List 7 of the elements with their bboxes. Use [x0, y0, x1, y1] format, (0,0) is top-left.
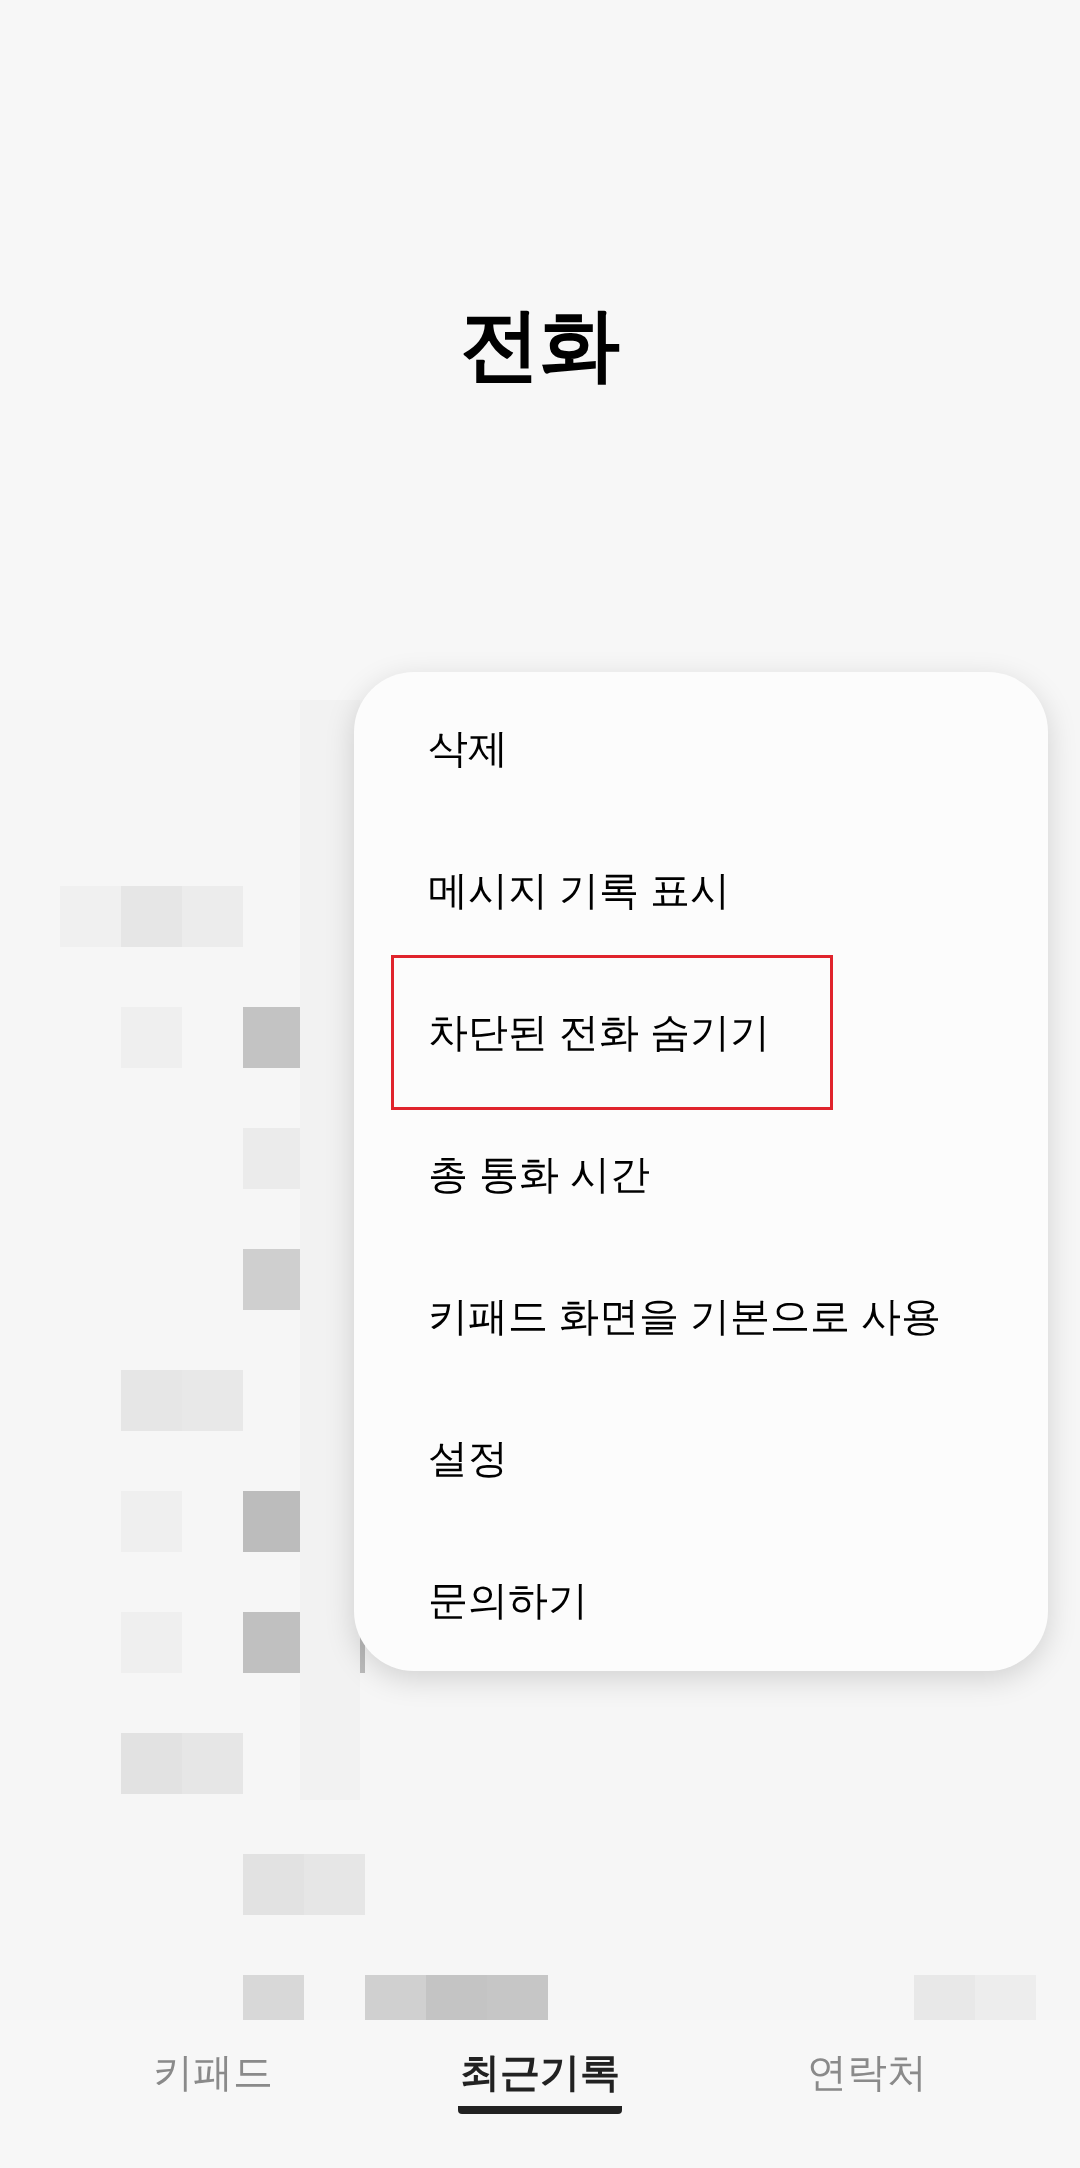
menu-item[interactable]: 키패드 화면을 기본으로 사용: [394, 1245, 962, 1387]
tab[interactable]: 최근기록: [458, 2042, 622, 2114]
app-title: 전화: [460, 299, 620, 391]
menu-item[interactable]: 차단된 전화 숨기기: [391, 954, 834, 1110]
menu-item[interactable]: 삭제: [394, 677, 528, 819]
menu-item[interactable]: 설정: [394, 1387, 528, 1529]
menu-item[interactable]: 문의하기: [394, 1529, 608, 1671]
